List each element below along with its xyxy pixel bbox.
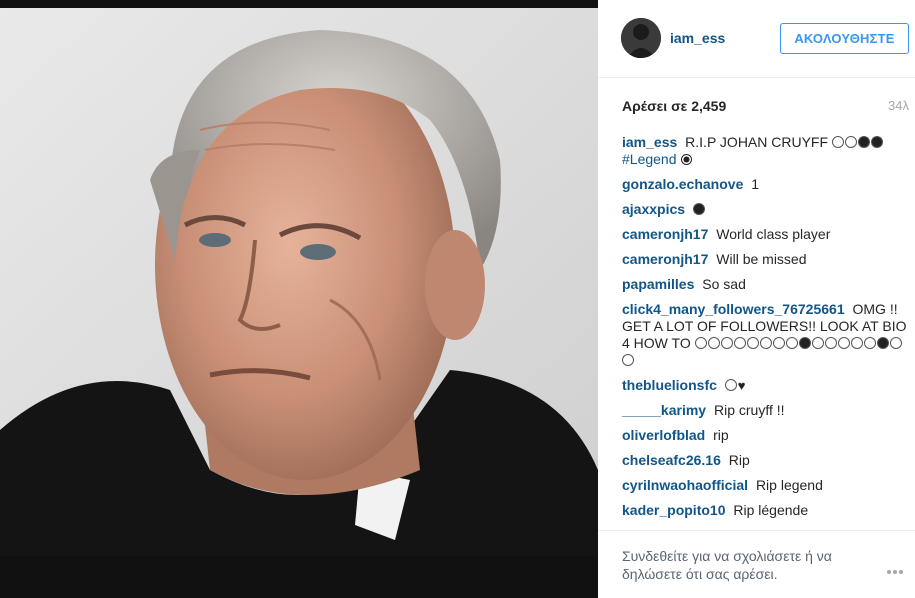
emoji-icon	[707, 337, 720, 349]
follow-button[interactable]: ΑΚΟΛΟΥΘΗΣΤΕ	[780, 23, 909, 54]
comment-text: Rip légende	[733, 502, 809, 518]
comment-text: R.I.P JOHAN CRUYFF	[685, 134, 829, 150]
emoji-icon	[772, 337, 785, 349]
post-owner-username[interactable]: iam_ess	[670, 30, 725, 46]
emoji-icon	[694, 337, 707, 349]
hands-emoji-icon	[692, 203, 705, 215]
comment-item: iam_ess R.I.P JOHAN CRUYFF #Legend	[622, 134, 912, 168]
likes-row: Αρέσει σε 2,459 34λ	[598, 90, 915, 122]
likes-count[interactable]: Αρέσει σε 2,459	[622, 98, 726, 114]
comment-username[interactable]: thebluelionsfc	[622, 377, 717, 393]
login-prompt[interactable]: Συνδεθείτε για να σχολιάσετε ή να δηλώσε…	[622, 547, 872, 583]
comment-text: Rip	[728, 452, 750, 468]
comment-text: Will be missed	[716, 251, 807, 267]
comment-item: gonzalo.echanove 1	[622, 176, 912, 193]
comment-text: Rip cruyff !!	[713, 402, 785, 418]
comment-list: iam_ess R.I.P JOHAN CRUYFF #Legend gonza…	[622, 134, 912, 527]
sad-emoji-icon	[724, 379, 737, 391]
comment-text: rip	[713, 427, 729, 443]
comment-text: 1	[751, 176, 760, 192]
comment-item: thebluelionsfc ♥	[622, 377, 912, 394]
devil-emoji-icon	[876, 337, 889, 349]
comment-item: papamilles So sad	[622, 276, 912, 293]
emoji-icon	[785, 337, 798, 349]
post-footer: Συνδεθείτε για να σχολιάσετε ή να δηλώσε…	[598, 530, 915, 598]
comment-item: click4_many_followers_76725661 OMG !! GE…	[622, 301, 912, 369]
emoji-icon	[863, 337, 876, 349]
hands-emoji-icon	[857, 136, 870, 148]
comment-text: Rip legend	[755, 477, 823, 493]
sunglasses-emoji-icon	[798, 337, 811, 349]
avatar-image	[621, 18, 661, 58]
emoji-icon	[746, 337, 759, 349]
comment-item: oliverlofblad rip	[622, 427, 912, 444]
comment-username[interactable]: cyrilnwaohaofficial	[622, 477, 748, 493]
emoji-icon	[720, 337, 733, 349]
soccer-ball-icon	[680, 154, 692, 165]
comment-username[interactable]: gonzalo.echanove	[622, 176, 743, 192]
sad-emoji-icon	[844, 136, 857, 148]
emoji-icon	[811, 337, 824, 349]
comment-username[interactable]: oliverlofblad	[622, 427, 705, 443]
comment-text: World class player	[716, 226, 831, 242]
more-options-icon[interactable]	[887, 561, 905, 574]
post-time[interactable]: 34λ	[888, 98, 909, 113]
comment-username[interactable]: _____karimy	[622, 402, 706, 418]
comment-item: _____karimy Rip cruyff !!	[622, 402, 912, 419]
comment-username[interactable]: cameronjh17	[622, 226, 708, 242]
post-header: iam_ess ΑΚΟΛΟΥΘΗΣΤΕ	[598, 0, 915, 78]
heart-icon: ♥	[737, 378, 746, 393]
comment-item: cameronjh17 Will be missed	[622, 251, 912, 268]
emoji-icon	[759, 337, 772, 349]
comment-item: cameronjh17 World class player	[622, 226, 912, 243]
comment-item: chelseafc26.16 Rip	[622, 452, 912, 469]
hashtag-link[interactable]: #Legend	[622, 151, 677, 167]
post-photo[interactable]	[0, 0, 598, 598]
portrait-photo	[0, 0, 598, 598]
comment-username[interactable]: kader_popito10	[622, 502, 725, 518]
post-sidebar: iam_ess ΑΚΟΛΟΥΘΗΣΤΕ Αρέσει σε 2,459 34λ …	[598, 0, 915, 598]
comment-username[interactable]: ajaxxpics	[622, 201, 685, 217]
comment-username[interactable]: papamilles	[622, 276, 694, 292]
emoji-icon	[889, 337, 902, 349]
emoji-icon	[824, 337, 837, 349]
hands-emoji-icon	[870, 136, 883, 148]
comment-username[interactable]: iam_ess	[622, 134, 677, 150]
comment-username[interactable]: click4_many_followers_76725661	[622, 301, 845, 317]
emoji-icon	[850, 337, 863, 349]
comment-username[interactable]: chelseafc26.16	[622, 452, 721, 468]
sad-emoji-icon	[831, 136, 844, 148]
comment-item: ajaxxpics	[622, 201, 912, 218]
comment-item: cyrilnwaohaofficial Rip legend	[622, 477, 912, 494]
avatar[interactable]	[621, 18, 661, 58]
emoji-icon	[622, 354, 634, 366]
comment-text: So sad	[702, 276, 746, 292]
emoji-icon	[837, 337, 850, 349]
comment-username[interactable]: cameronjh17	[622, 251, 708, 267]
comment-item: kader_popito10 Rip légende	[622, 502, 912, 519]
emoji-icon	[733, 337, 746, 349]
